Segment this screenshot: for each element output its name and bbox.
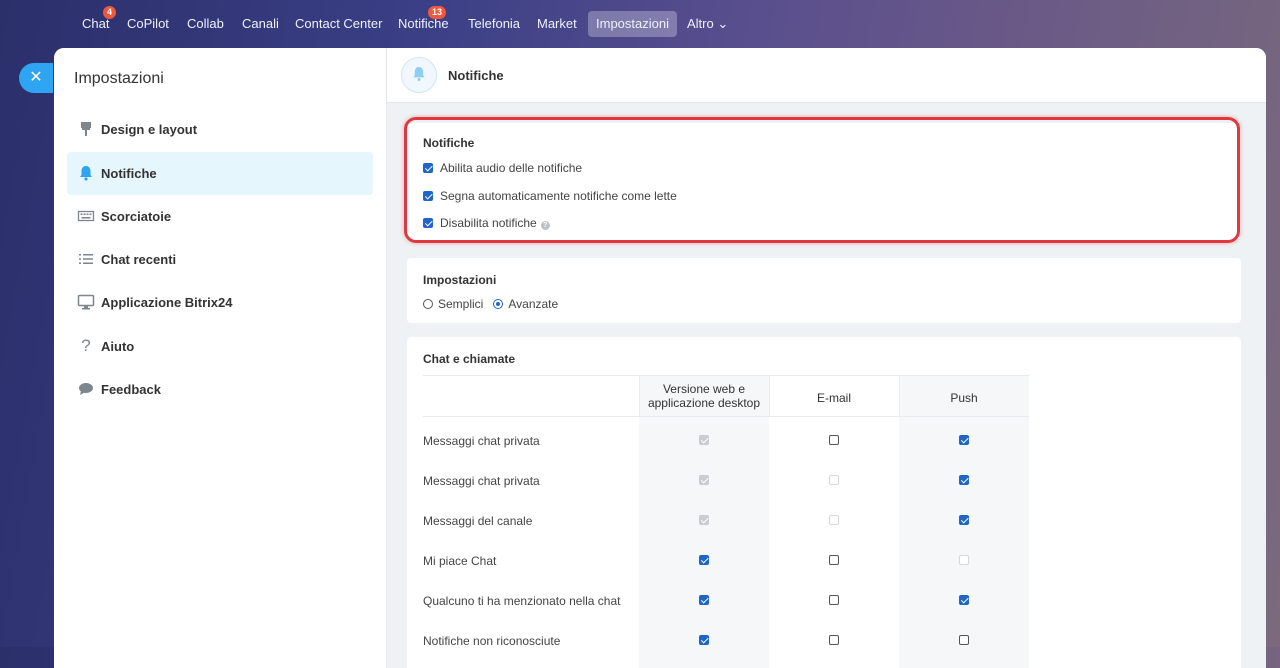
sidebar-item-aiuto[interactable]: ? Aiuto xyxy=(67,325,373,368)
column-header-email: E-mail xyxy=(816,391,851,405)
sidebar-item-feedback[interactable]: Feedback xyxy=(67,368,373,411)
divider xyxy=(639,376,640,416)
table-checkbox xyxy=(699,515,709,525)
nav-contact-center[interactable]: Contact Center xyxy=(295,16,382,31)
sidebar-item-design[interactable]: Design e layout xyxy=(67,108,373,151)
sidebar-item-applicazione[interactable]: Applicazione Bitrix24 xyxy=(67,281,373,324)
table-row-label: Notifiche non riconosciute xyxy=(423,634,561,648)
table-checkbox xyxy=(829,515,839,525)
table-checkbox[interactable] xyxy=(829,635,839,645)
nav-chat-badge: 4 xyxy=(103,6,117,19)
nav-collab[interactable]: Collab xyxy=(187,16,224,31)
sidebar-item-label: Scorciatoie xyxy=(101,209,172,224)
mode-selector: Semplici Avanzate xyxy=(423,297,558,311)
brush-icon xyxy=(77,120,95,138)
table-checkbox xyxy=(699,475,709,485)
sidebar-item-label: Aiuto xyxy=(101,339,135,354)
table-checkbox xyxy=(829,475,839,485)
radio-advanced[interactable] xyxy=(493,299,504,309)
table-checkbox[interactable] xyxy=(699,635,709,645)
nav-notifiche-badge: 13 xyxy=(428,6,447,19)
nav-chat-label: Chat xyxy=(82,16,110,31)
table-row-label: Messaggi chat privata xyxy=(423,474,540,488)
sidebar-item-label: Design e layout xyxy=(101,122,198,137)
radio-simple[interactable] xyxy=(423,299,433,309)
divider xyxy=(769,376,770,416)
table-checkbox[interactable] xyxy=(829,435,839,445)
radio-advanced-label: Avanzate xyxy=(508,297,559,311)
column-header-web: Versione web e applicazione desktop xyxy=(647,382,761,410)
sidebar-item-label: Applicazione Bitrix24 xyxy=(101,295,233,310)
table-row-label: Qualcuno ti ha menzionato nella chat xyxy=(423,594,621,608)
mode-card-title: Impostazioni xyxy=(423,273,497,287)
nav-altro[interactable]: Altro ⌄ xyxy=(687,16,728,32)
chat-calls-card: Chat e chiamate Versione web e applicazi… xyxy=(407,337,1241,668)
divider xyxy=(423,375,1029,376)
table-row-label: Messaggi del canale xyxy=(423,514,533,528)
nav-chat[interactable]: Chat 4 xyxy=(82,6,117,31)
table-checkbox[interactable] xyxy=(959,595,969,605)
sidebar-item-label: Feedback xyxy=(101,382,161,397)
radio-simple-label: Semplici xyxy=(438,297,484,311)
monitor-icon xyxy=(77,293,95,311)
page-title: Notifiche xyxy=(448,68,504,83)
bell-icon xyxy=(401,57,437,93)
list-icon xyxy=(77,250,95,268)
table-checkbox xyxy=(959,555,969,565)
table-row-label: Messaggi chat privata xyxy=(423,434,540,448)
highlight-frame xyxy=(404,117,1240,243)
table-checkbox[interactable] xyxy=(959,515,969,525)
column-header-push: Push xyxy=(950,391,978,405)
table-checkbox[interactable] xyxy=(829,595,839,605)
content-header: Notifiche xyxy=(387,48,1266,103)
divider xyxy=(423,416,1029,417)
close-button[interactable]: ✕ xyxy=(19,63,53,93)
nav-telefonia[interactable]: Telefonia xyxy=(468,16,520,31)
sidebar-title: Impostazioni xyxy=(74,70,164,87)
table-checkbox[interactable] xyxy=(829,555,839,565)
nav-copilot[interactable]: CoPilot xyxy=(127,16,169,31)
bell-icon xyxy=(77,164,95,182)
table-checkbox xyxy=(699,435,709,445)
question-icon: ? xyxy=(81,336,91,355)
sidebar: Impostazioni Design e layout Notifiche S… xyxy=(54,48,387,668)
sidebar-item-label: Notifiche xyxy=(101,166,157,181)
table-row-label: Mi piace Chat xyxy=(423,554,497,568)
table-checkbox[interactable] xyxy=(959,635,969,645)
table-checkbox[interactable] xyxy=(959,435,969,445)
chat-calls-card-title: Chat e chiamate xyxy=(423,352,516,366)
sidebar-item-scorciatoie[interactable]: Scorciatoie xyxy=(67,195,373,238)
table-checkbox[interactable] xyxy=(699,595,709,605)
top-navigation: Chat 4 CoPilot Collab Canali Contact Cen… xyxy=(0,0,1280,48)
sidebar-item-chat-recenti[interactable]: Chat recenti xyxy=(67,238,373,281)
table-checkbox[interactable] xyxy=(959,475,969,485)
keyboard-icon xyxy=(77,207,95,225)
sidebar-item-notifiche[interactable]: Notifiche xyxy=(67,152,373,195)
nav-notifiche[interactable]: Notifiche 13 xyxy=(398,6,449,31)
mode-card: Impostazioni Semplici Avanzate xyxy=(407,258,1241,323)
table-checkbox[interactable] xyxy=(699,555,709,565)
sidebar-item-label: Chat recenti xyxy=(101,252,177,267)
nav-market[interactable]: Market xyxy=(537,16,577,31)
nav-canali[interactable]: Canali xyxy=(242,16,279,31)
chat-bubble-icon xyxy=(77,380,95,398)
nav-impostazioni[interactable]: Impostazioni xyxy=(588,11,677,37)
divider xyxy=(899,376,900,416)
